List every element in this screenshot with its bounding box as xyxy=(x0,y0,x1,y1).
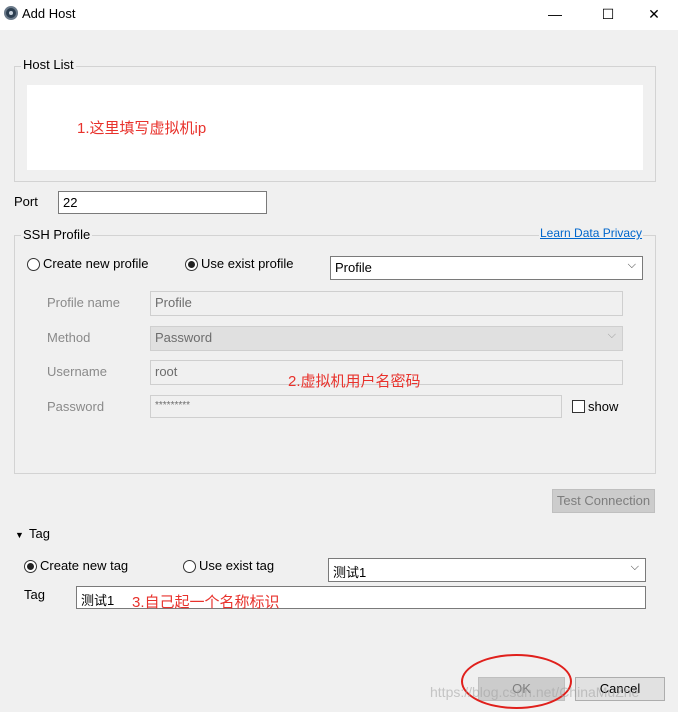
host-list-input[interactable]: 1.这里填写虚拟机ip xyxy=(27,85,643,170)
tag-annotation: 3.自己起一个名称标识 xyxy=(132,594,280,611)
show-password-checkbox[interactable] xyxy=(572,400,585,413)
title-bar: Add Host — ☐ ✕ xyxy=(0,0,678,30)
port-label: Port xyxy=(14,194,38,209)
create-new-tag-label[interactable]: Create new tag xyxy=(40,558,128,573)
credentials-annotation: 2.虚拟机用户名密码 xyxy=(288,373,421,390)
test-connection-button[interactable]: Test Connection xyxy=(552,489,655,513)
ssh-profile-label: SSH Profile xyxy=(21,227,93,242)
tag-label: Tag xyxy=(24,587,45,602)
create-new-profile-label[interactable]: Create new profile xyxy=(43,256,149,271)
tag-select[interactable]: 测试1 ⌵ xyxy=(328,558,646,582)
tag-section-label: Tag xyxy=(29,526,50,541)
chevron-down-icon: ⌵ xyxy=(627,259,636,271)
learn-data-privacy-link[interactable]: Learn Data Privacy xyxy=(539,226,644,240)
highlight-ellipse xyxy=(461,654,572,709)
chevron-down-icon: ⌵ xyxy=(607,329,616,341)
method-label: Method xyxy=(47,330,91,345)
method-select-value: Password xyxy=(155,330,213,345)
port-input[interactable]: 22 xyxy=(58,191,267,214)
method-select[interactable]: Password ⌵ xyxy=(150,326,623,351)
collapse-triangle-icon[interactable]: ▼ xyxy=(15,530,24,540)
use-exist-tag-label[interactable]: Use exist tag xyxy=(199,558,274,573)
use-exist-profile-radio[interactable] xyxy=(185,258,198,271)
show-password-label[interactable]: show xyxy=(588,399,618,414)
maximize-button[interactable]: ☐ xyxy=(597,4,619,24)
close-button[interactable]: ✕ xyxy=(643,4,665,24)
password-label: Password xyxy=(47,399,105,414)
username-label: Username xyxy=(47,364,107,379)
watermark: https://blog.csdn.net/ChinaMuZhe xyxy=(430,684,640,700)
minimize-button[interactable]: — xyxy=(544,4,566,24)
create-new-profile-radio[interactable] xyxy=(27,258,40,271)
host-list-label: Host List xyxy=(21,57,76,72)
use-exist-tag-radio[interactable] xyxy=(183,560,196,573)
profile-select[interactable]: Profile ⌵ xyxy=(330,256,643,280)
app-icon xyxy=(4,6,18,20)
password-input[interactable]: ********* xyxy=(150,395,562,418)
window-title: Add Host xyxy=(22,6,76,21)
tag-select-value: 测试1 xyxy=(333,565,367,580)
create-new-tag-radio[interactable] xyxy=(24,560,37,573)
profile-name-input[interactable]: Profile xyxy=(150,291,623,316)
profile-select-value: Profile xyxy=(335,260,372,275)
profile-name-label: Profile name xyxy=(47,295,120,310)
host-list-annotation: 1.这里填写虚拟机ip xyxy=(77,120,207,137)
chevron-down-icon: ⌵ xyxy=(630,561,639,573)
use-exist-profile-label[interactable]: Use exist profile xyxy=(201,256,293,271)
